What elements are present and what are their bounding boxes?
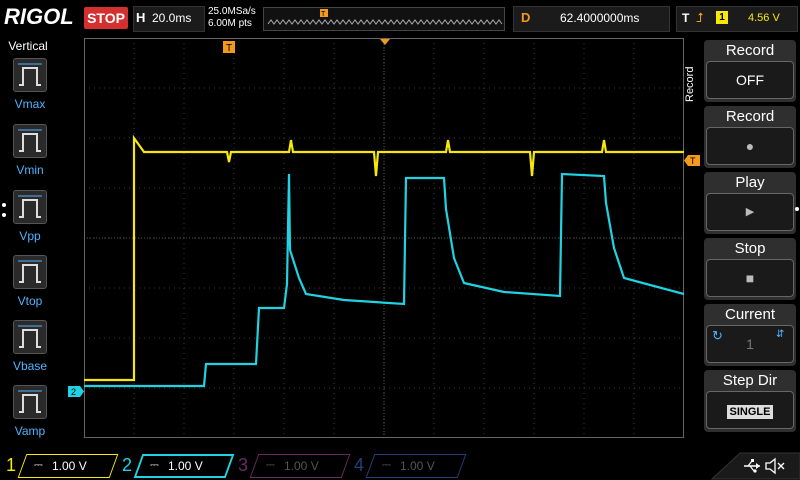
channel-3-scale: 1.00 V xyxy=(284,459,319,473)
memory-depth: 6.00M pts xyxy=(208,18,252,29)
trigger-level-marker[interactable]: T xyxy=(684,154,700,168)
channel-4-scale: 1.00 V xyxy=(400,459,435,473)
stop-square-icon: ■ xyxy=(745,270,755,286)
measure-button-vmin[interactable] xyxy=(13,124,47,158)
channel-3-number[interactable]: 3 xyxy=(238,453,248,477)
trigger-key-label: T xyxy=(682,11,690,25)
rigol-logo: RIGOL xyxy=(4,4,74,29)
measure-label: Vbase xyxy=(12,359,48,373)
channel-2-scale: 1.00 V xyxy=(168,459,203,473)
pulse-measure-icon xyxy=(18,63,42,86)
channel-4-number[interactable]: 4 xyxy=(354,453,364,477)
run-stop-status[interactable]: STOP xyxy=(84,7,128,29)
measure-panel-title: Vertical xyxy=(8,39,48,53)
measure-button-vmax[interactable] xyxy=(13,58,47,92)
ch2-ground-marker[interactable]: 2 xyxy=(68,385,84,399)
measure-button-vtop[interactable] xyxy=(13,255,47,289)
channel-1-number[interactable]: 1 xyxy=(6,453,16,477)
measure-label: Vmax xyxy=(14,97,46,111)
measure-label: Vamp xyxy=(14,424,46,438)
measure-button-vamp[interactable] xyxy=(13,385,47,419)
dc-coupling-icon: ⎓ xyxy=(266,459,275,471)
delay-value: 62.4000000ms xyxy=(560,11,640,25)
svg-text:T: T xyxy=(690,156,696,166)
memory-waveform-icon: T xyxy=(267,9,503,25)
horizontal-key-label: H xyxy=(136,10,146,25)
softkey-title: Stop xyxy=(734,240,766,257)
menu-page-dot xyxy=(795,207,799,211)
softkey-title: Play xyxy=(735,174,765,191)
measure-button-vpp[interactable] xyxy=(13,190,47,224)
measure-button-vbase[interactable] xyxy=(13,320,47,354)
waveform-display[interactable] xyxy=(84,38,685,438)
trigger-position-marker: T xyxy=(223,41,235,54)
timebase-value: 20.0ms xyxy=(152,11,192,25)
dc-coupling-icon: ⎓ xyxy=(382,459,391,471)
single-badge: SINGLE xyxy=(726,405,774,419)
waveform-grid xyxy=(84,38,685,438)
record-state: OFF xyxy=(736,72,764,88)
svg-text:T: T xyxy=(226,43,232,54)
softkey-title: Step Dir xyxy=(722,372,778,389)
play-icon: ▶ xyxy=(745,206,755,218)
pulse-measure-icon xyxy=(18,260,42,283)
softkey-title: Record xyxy=(725,108,775,125)
pulse-measure-icon xyxy=(18,325,42,348)
pulse-measure-icon xyxy=(18,390,42,413)
rising-edge-icon: ⮥ xyxy=(696,10,704,25)
measure-label: Vtop xyxy=(17,294,43,308)
channel-1-scale: 1.00 V xyxy=(52,459,87,473)
measure-label: Vmin xyxy=(16,163,44,177)
svg-text:2: 2 xyxy=(71,387,76,397)
delay-key-label: D xyxy=(521,10,531,25)
dc-coupling-icon: ⎓ xyxy=(150,459,159,471)
channel-2-number[interactable]: 2 xyxy=(122,453,132,477)
softkey-title: Current xyxy=(724,306,776,323)
record-dot-icon: ● xyxy=(745,138,755,154)
step-dir-value: SINGLE xyxy=(706,391,794,429)
menu-side-label: Record xyxy=(684,66,696,102)
memory-overview-strip: T xyxy=(263,7,505,31)
rotate-knob-icon: ↻ xyxy=(712,328,723,343)
svg-text:T: T xyxy=(321,11,326,18)
usb-icon xyxy=(744,459,760,473)
center-time-marker xyxy=(380,39,390,45)
panel-page-dot xyxy=(2,213,6,217)
measure-label: Vpp xyxy=(19,229,41,243)
softkey-title: Record xyxy=(725,42,775,59)
knob-select-icon: ⇵ xyxy=(776,329,785,340)
sound-muted-icon[interactable] xyxy=(764,457,786,475)
dc-coupling-icon: ⎓ xyxy=(34,459,43,471)
trigger-source: 1 xyxy=(716,11,728,24)
trigger-level-value: 4.56 V xyxy=(748,12,780,24)
pulse-measure-icon xyxy=(18,195,42,218)
panel-page-dot xyxy=(2,203,6,207)
pulse-measure-icon xyxy=(18,129,42,152)
